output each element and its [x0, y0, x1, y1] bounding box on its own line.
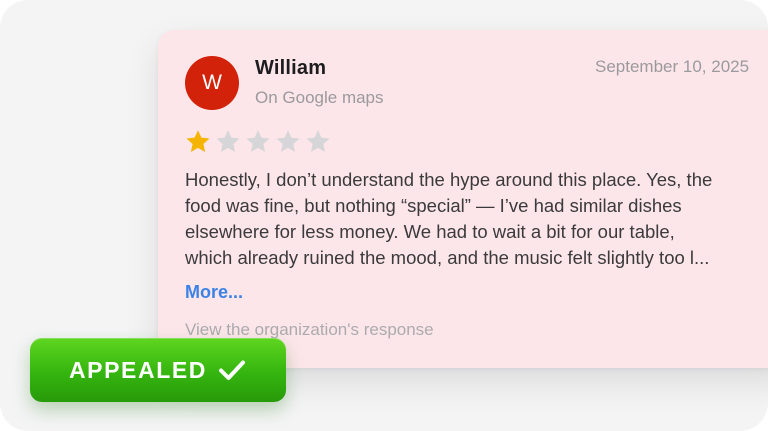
- star-rating: [184, 128, 332, 156]
- star-empty-icon: [216, 130, 240, 152]
- review-date: September 10, 2025: [595, 57, 750, 76]
- review-text-line: food was fine, but nothing “special” — I…: [185, 195, 682, 216]
- star-empty-icon: [276, 130, 300, 152]
- more-link[interactable]: More...: [185, 282, 243, 303]
- review-text-line: which already ruined the mood, and the m…: [185, 247, 710, 268]
- view-response-link[interactable]: View the organization's response: [185, 320, 434, 340]
- author-name[interactable]: William: [255, 57, 326, 80]
- screen-background: W William On Google maps September 10, 2…: [0, 0, 768, 431]
- review-text-line: elsewhere for less money. We had to wait…: [185, 221, 675, 242]
- check-icon: [219, 360, 246, 380]
- review-text-line: Honestly, I don’t understand the hype ar…: [185, 169, 713, 190]
- star-empty-icon: [306, 130, 330, 152]
- star-filled-icon: [186, 130, 210, 152]
- review-source: On Google maps: [255, 88, 384, 107]
- avatar[interactable]: W: [185, 56, 239, 110]
- review-text: Honestly, I don’t understand the hype ar…: [185, 167, 768, 271]
- appealed-label: APPEALED: [68, 356, 208, 383]
- star-empty-icon: [246, 130, 270, 152]
- review-card: W William On Google maps September 10, 2…: [158, 30, 768, 368]
- appealed-badge: APPEALED: [30, 338, 286, 402]
